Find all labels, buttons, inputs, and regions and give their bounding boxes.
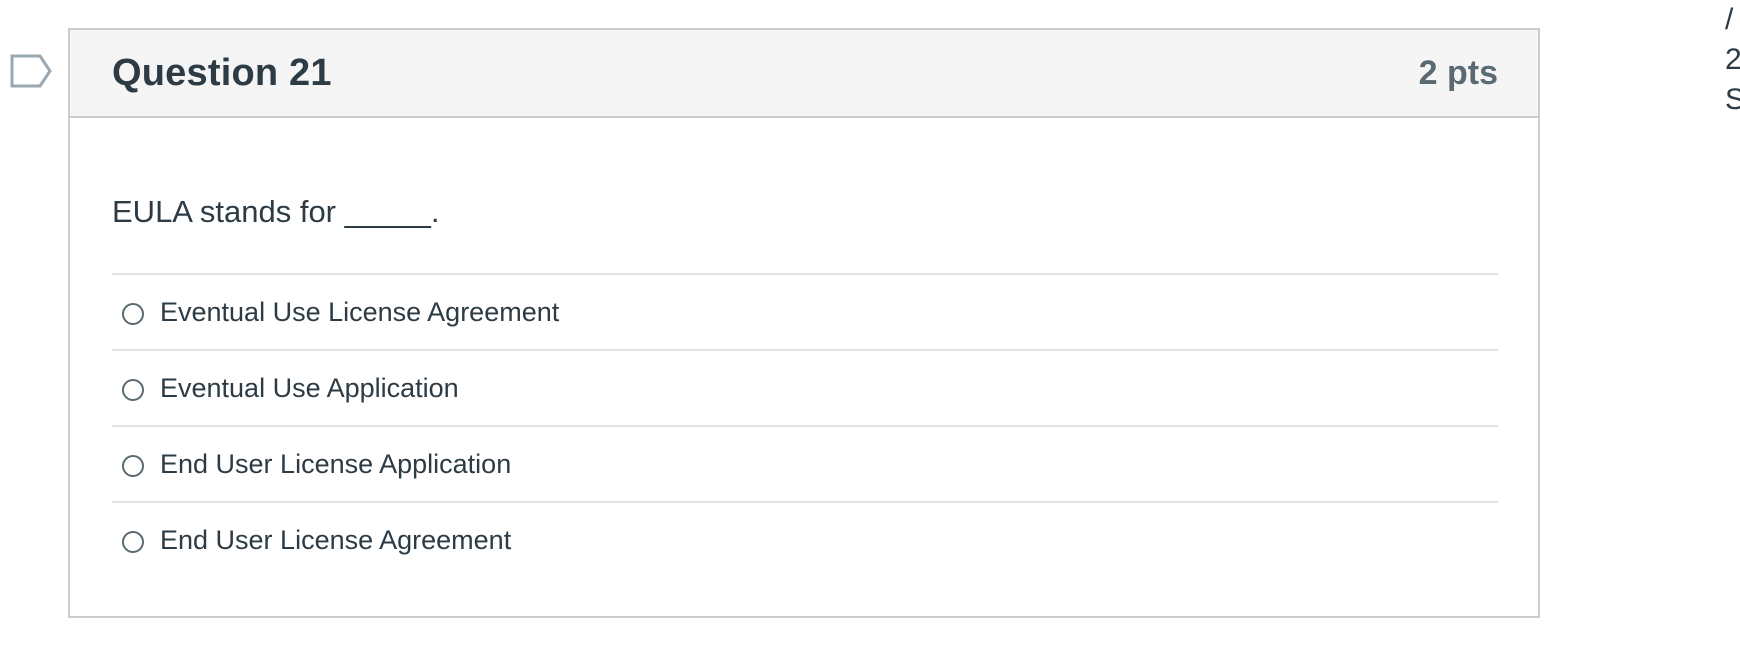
flag-question-icon[interactable] bbox=[10, 54, 52, 88]
answer-label: End User License Application bbox=[160, 448, 512, 479]
quiz-page: Question 21 2 pts EULA stands for _____.… bbox=[0, 0, 1740, 648]
question-points: 2 pts bbox=[1418, 53, 1498, 92]
side-panel-line: / bbox=[1725, 3, 1734, 36]
radio-button[interactable] bbox=[122, 379, 144, 401]
question-text: EULA stands for _____. bbox=[112, 194, 440, 229]
question-card: Question 21 2 pts EULA stands for _____.… bbox=[68, 28, 1540, 618]
radio-button[interactable] bbox=[122, 303, 144, 325]
answer-option[interactable]: End User License Agreement bbox=[112, 503, 1498, 577]
side-panel-line: S bbox=[1725, 83, 1740, 116]
side-panel-line: 2 bbox=[1725, 43, 1740, 76]
answer-list: Eventual Use License Agreement Eventual … bbox=[112, 273, 1498, 577]
side-panel-clipped: / 2 S bbox=[1725, 0, 1740, 120]
answer-label: Eventual Use Application bbox=[160, 372, 459, 403]
answer-option[interactable]: Eventual Use Application bbox=[112, 351, 1498, 427]
answer-option[interactable]: End User License Application bbox=[112, 427, 1498, 503]
answer-label: Eventual Use License Agreement bbox=[160, 296, 560, 327]
question-title: Question 21 bbox=[112, 51, 332, 94]
question-body: EULA stands for _____. Eventual Use Lice… bbox=[70, 182, 1538, 577]
radio-button[interactable] bbox=[122, 531, 144, 553]
question-header: Question 21 2 pts bbox=[70, 30, 1538, 118]
answer-option[interactable]: Eventual Use License Agreement bbox=[112, 275, 1498, 351]
radio-button[interactable] bbox=[122, 455, 144, 477]
answer-label: End User License Agreement bbox=[160, 524, 512, 555]
